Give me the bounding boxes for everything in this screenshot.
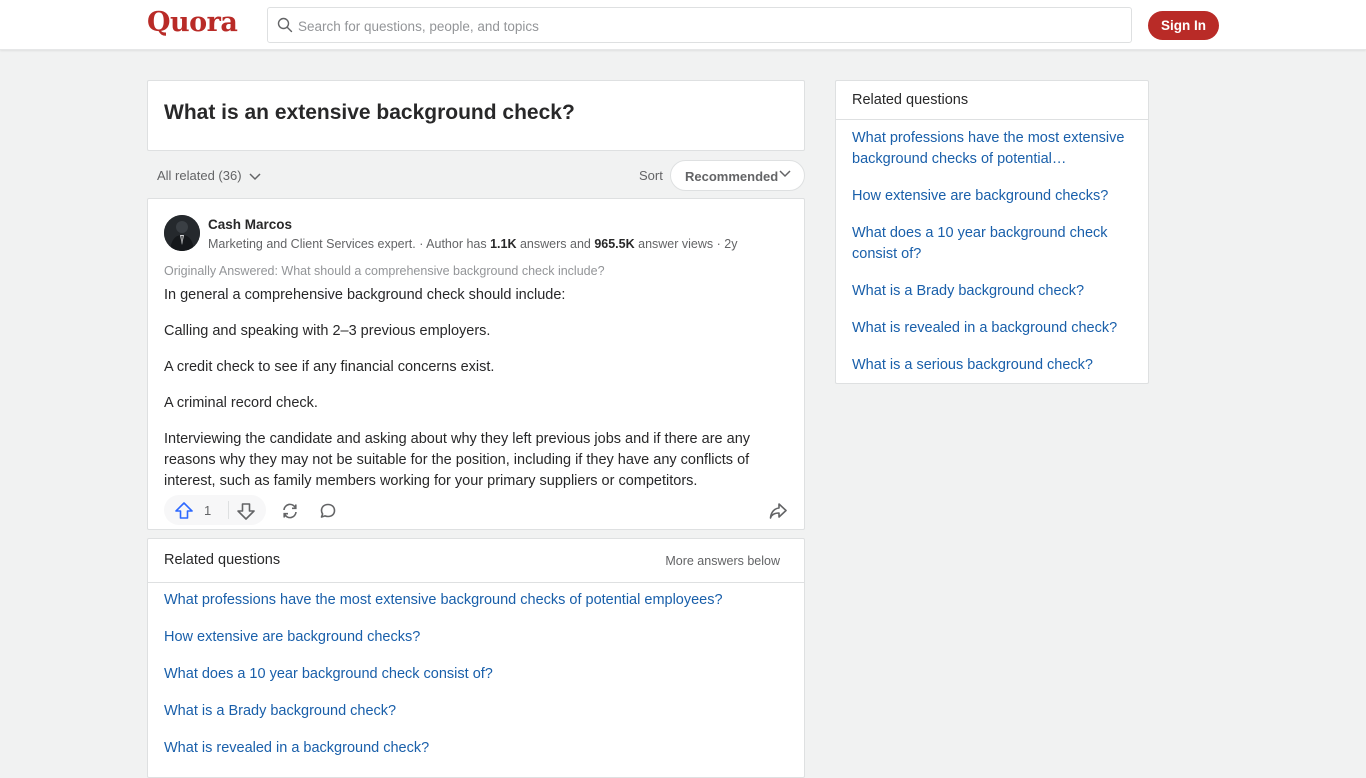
- chevron-down-icon: [779, 170, 791, 178]
- related-question-link[interactable]: What is revealed in a background check?: [164, 740, 429, 756]
- search-box[interactable]: [267, 7, 1132, 44]
- answer-paragraph: In general a comprehensive background ch…: [164, 287, 566, 303]
- answer-card: Cash Marcos Marketing and Client Service…: [147, 198, 805, 530]
- top-navbar: Quora Sign In: [0, 0, 1366, 50]
- vote-pill: 1: [164, 495, 266, 525]
- author-credentials: Marketing and Client Services expert. · …: [208, 237, 737, 251]
- related-question-link[interactable]: How extensive are background checks?: [164, 629, 420, 645]
- answers-count: 1.1K: [490, 237, 517, 251]
- quora-logo[interactable]: Quora: [147, 7, 238, 38]
- answer-paragraph: Calling and speaking with 2–3 previous e…: [164, 323, 491, 339]
- sidebar-question-link[interactable]: What does a 10 year background check con…: [852, 223, 1137, 265]
- comment-icon[interactable]: [318, 501, 338, 521]
- related-questions-sidebar: Related questions What professions have …: [835, 80, 1149, 384]
- chevron-down-icon: [249, 173, 261, 180]
- sort-dropdown[interactable]: Recommended: [670, 160, 805, 191]
- sidebar-question-link[interactable]: What professions have the most extensive…: [852, 128, 1137, 170]
- search-input[interactable]: [296, 8, 1120, 44]
- avatar[interactable]: [164, 215, 200, 251]
- related-question-link[interactable]: What is a Brady background check?: [164, 703, 396, 719]
- originally-answered[interactable]: Originally Answered: What should a compr…: [164, 264, 605, 278]
- sidebar-question-link[interactable]: What is a serious background check?: [852, 355, 1137, 376]
- answer-actions: 1: [164, 495, 790, 525]
- all-related-dropdown[interactable]: All related (36): [157, 168, 261, 183]
- answers-text: answers and: [516, 237, 595, 251]
- related-title: Related questions: [164, 552, 281, 568]
- question-title: What is an extensive background check?: [164, 101, 575, 124]
- search-icon: [277, 17, 293, 33]
- related-questions-main: Related questions More answers below Wha…: [147, 538, 805, 778]
- views-count: 965.5K: [594, 237, 635, 251]
- sidebar-question-link[interactable]: How extensive are background checks?: [852, 186, 1137, 207]
- sidebar-title: Related questions: [852, 92, 969, 108]
- arrow-down-icon[interactable]: [236, 501, 256, 521]
- arrow-up-icon[interactable]: [174, 501, 194, 521]
- answer-paragraph: A criminal record check.: [164, 395, 318, 411]
- answer-paragraph: A credit check to see if any financial c…: [164, 359, 495, 375]
- reshare-icon[interactable]: [280, 501, 300, 521]
- share-icon[interactable]: [768, 501, 788, 521]
- upvote-count: 1: [204, 503, 212, 518]
- sidebar-header: Related questions: [836, 81, 1148, 120]
- sort-label: Sort: [639, 168, 663, 183]
- related-question-link[interactable]: What does a 10 year background check con…: [164, 666, 493, 682]
- question-card: What is an extensive background check?: [147, 80, 805, 151]
- related-header: Related questions More answers below: [148, 539, 804, 583]
- answer-body: In general a comprehensive background ch…: [164, 285, 784, 507]
- sign-in-button[interactable]: Sign In: [1148, 11, 1219, 40]
- related-question-link[interactable]: What professions have the most extensive…: [164, 592, 723, 608]
- person-silhouette-icon: [164, 215, 200, 251]
- all-related-label: All related (36): [157, 168, 242, 183]
- sidebar-question-link[interactable]: What is a Brady background check?: [852, 281, 1137, 302]
- sidebar-question-link[interactable]: What is revealed in a background check?: [852, 318, 1137, 339]
- views-text: answer views · 2y: [634, 237, 738, 251]
- author-name[interactable]: Cash Marcos: [208, 217, 292, 232]
- author-bio: Marketing and Client Services expert. · …: [208, 237, 491, 251]
- more-answers-label: More answers below: [665, 554, 780, 568]
- answer-paragraph: Interviewing the candidate and asking ab…: [164, 431, 751, 489]
- vote-divider: [228, 501, 229, 519]
- sort-value: Recommended: [685, 169, 779, 184]
